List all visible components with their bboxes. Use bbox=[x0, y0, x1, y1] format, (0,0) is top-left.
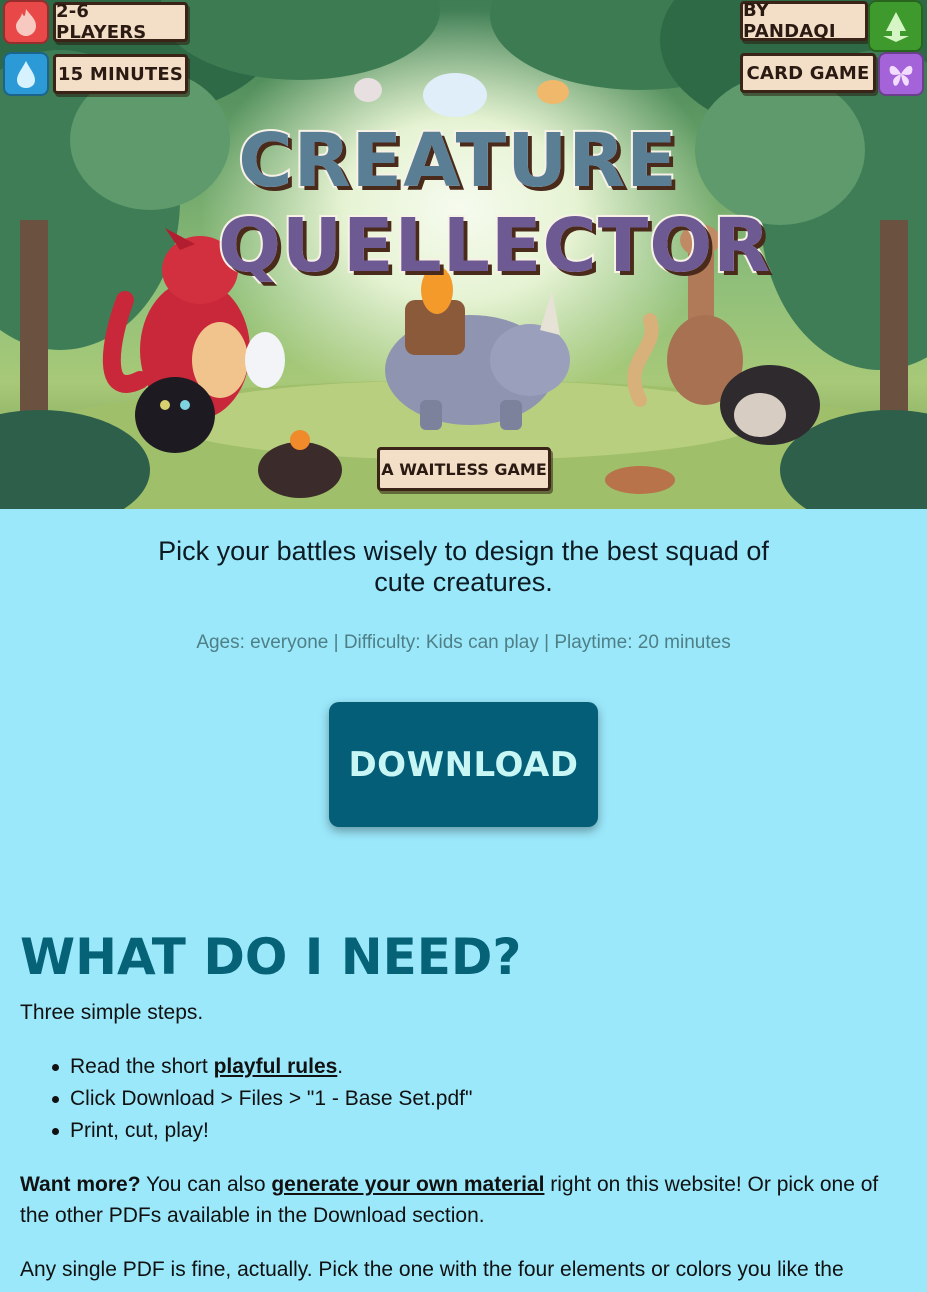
logo-line-2: QUELLECTOR bbox=[216, 201, 772, 291]
waitless-badge: A WAITLESS GAME bbox=[377, 447, 551, 491]
playful-rules-link[interactable]: playful rules bbox=[214, 1055, 338, 1078]
fire-icon bbox=[3, 0, 49, 44]
section-heading-what-do-i-need: WHAT DO I NEED? bbox=[20, 928, 522, 986]
type-badge: CARD GAME bbox=[740, 53, 876, 93]
butterfly-icon bbox=[878, 52, 924, 96]
single-pdf-paragraph: Any single PDF is fine, actually. Pick t… bbox=[20, 1258, 844, 1281]
players-badge: 2-6 PLAYERS bbox=[53, 1, 188, 43]
waitless-label: A WAITLESS GAME bbox=[381, 459, 547, 479]
step-text: . bbox=[337, 1055, 344, 1078]
players-label: 2-6 PLAYERS bbox=[56, 1, 147, 43]
step-text: Click Download > Files > "1 - Base Set.p… bbox=[70, 1087, 473, 1110]
arrow-down-icon bbox=[868, 0, 923, 52]
hero-banner: 2-6 PLAYERS 15 MINUTES BY PANDAQI CARD G… bbox=[0, 0, 927, 509]
minutes-badge: 15 MINUTES bbox=[53, 54, 188, 94]
steps-list: Read the short playful rules. Click Down… bbox=[48, 1051, 898, 1147]
want-more-label: Want more? bbox=[20, 1173, 141, 1196]
generate-material-link[interactable]: generate your own material bbox=[271, 1173, 544, 1196]
list-item: Click Download > Files > "1 - Base Set.p… bbox=[48, 1083, 898, 1115]
need-intro: Three simple steps. bbox=[20, 1001, 204, 1024]
game-logo: CREATURE QUELLECTOR bbox=[216, 108, 772, 293]
logo-line-1: CREATURE bbox=[236, 116, 678, 206]
want-more-paragraph: Want more? You can also generate your ow… bbox=[20, 1169, 900, 1231]
download-label: DOWNLOAD bbox=[348, 744, 579, 785]
author-label: BY PANDAQI bbox=[743, 0, 836, 42]
tagline: Pick your battles wisely to design the b… bbox=[158, 536, 769, 597]
step-text: Read the short bbox=[70, 1055, 214, 1078]
water-drop-icon bbox=[3, 52, 49, 96]
author-badge: BY PANDAQI bbox=[740, 0, 868, 42]
list-item: Read the short playful rules. bbox=[48, 1051, 898, 1083]
type-label: CARD GAME bbox=[746, 62, 870, 84]
step-text: Print, cut, play! bbox=[70, 1119, 209, 1142]
minutes-label: 15 MINUTES bbox=[57, 63, 184, 85]
download-button[interactable]: DOWNLOAD bbox=[329, 702, 598, 827]
paragraph-text: You can also bbox=[140, 1173, 272, 1196]
game-meta: Ages: everyone | Difficulty: Kids can pl… bbox=[196, 632, 731, 653]
list-item: Print, cut, play! bbox=[48, 1115, 898, 1147]
